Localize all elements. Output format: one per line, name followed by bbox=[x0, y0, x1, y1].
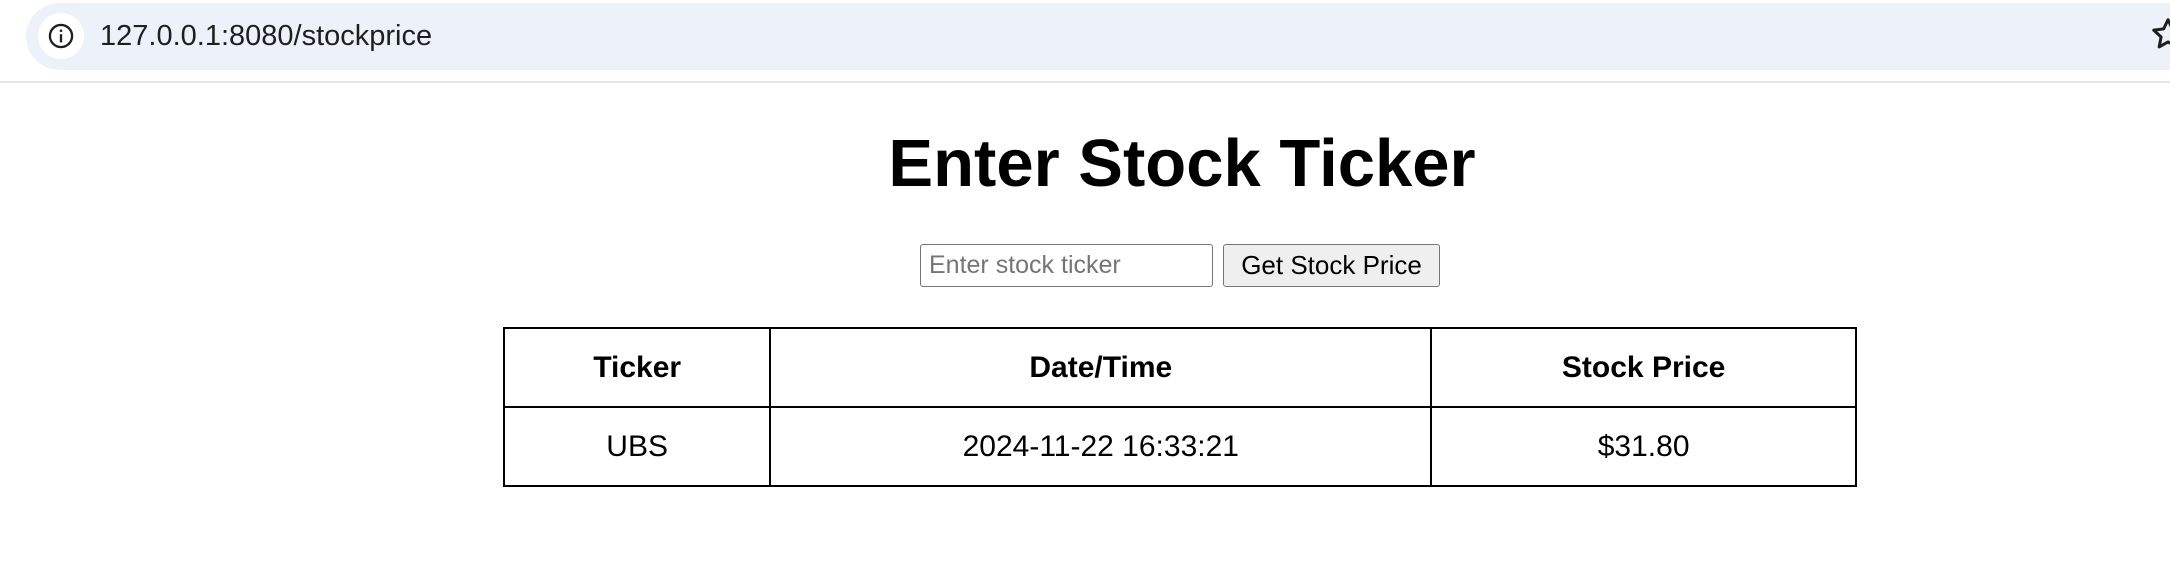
column-header-stock-price: Stock Price bbox=[1430, 327, 1857, 408]
browser-toolbar: 127.0.0.1:8080/stockprice bbox=[0, 0, 2170, 83]
address-bar[interactable]: 127.0.0.1:8080/stockprice bbox=[26, 3, 2170, 70]
info-icon bbox=[48, 23, 74, 49]
url-text[interactable]: 127.0.0.1:8080/stockprice bbox=[100, 3, 432, 70]
column-header-ticker: Ticker bbox=[502, 327, 772, 408]
stock-price-table: Ticker Date/Time Stock Price UBS 2024-11… bbox=[502, 327, 1857, 487]
cell-datetime: 2024-11-22 16:33:21 bbox=[769, 406, 1433, 487]
table-row: UBS 2024-11-22 16:33:21 $31.80 bbox=[502, 406, 1857, 487]
ticker-input[interactable] bbox=[920, 244, 1213, 287]
cell-stock-price: $31.80 bbox=[1430, 406, 1857, 487]
column-header-datetime: Date/Time bbox=[769, 327, 1433, 408]
get-stock-price-button[interactable]: Get Stock Price bbox=[1223, 244, 1440, 287]
cell-ticker: UBS bbox=[502, 406, 772, 487]
site-info-button[interactable] bbox=[38, 13, 84, 59]
page-title: Enter Stock Ticker bbox=[888, 126, 1476, 201]
table-header-row: Ticker Date/Time Stock Price bbox=[502, 327, 1857, 408]
star-icon[interactable] bbox=[2150, 16, 2170, 52]
